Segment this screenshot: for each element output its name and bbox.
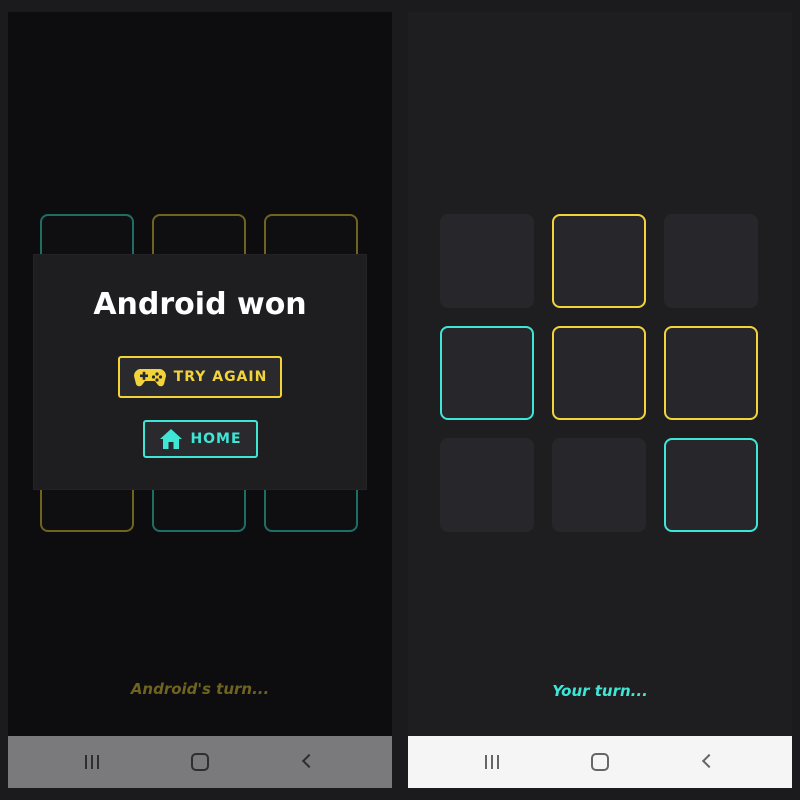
try-again-label: TRY AGAIN xyxy=(173,369,268,385)
recents-icon[interactable] xyxy=(80,750,104,774)
android-nav-bar xyxy=(408,736,792,788)
board-cell-3[interactable] xyxy=(664,214,758,308)
turn-indicator: Your turn... xyxy=(552,682,648,700)
house-icon xyxy=(160,429,183,449)
board-cell-1[interactable] xyxy=(440,214,534,308)
home-label: HOME xyxy=(190,431,242,447)
board-cell-9[interactable] xyxy=(664,438,758,532)
board-cell-2[interactable] xyxy=(552,214,646,308)
back-icon[interactable] xyxy=(696,750,720,774)
try-again-button[interactable]: TRY AGAIN xyxy=(118,356,282,398)
gamepad-icon xyxy=(133,369,166,387)
home-button[interactable]: HOME xyxy=(143,420,258,458)
turn-indicator: Android's turn... xyxy=(130,680,270,698)
board-cell-8[interactable] xyxy=(552,438,646,532)
board-cell-4[interactable] xyxy=(440,326,534,420)
recents-icon[interactable] xyxy=(480,750,504,774)
board-cell-7[interactable] xyxy=(440,438,534,532)
left-phone-screen: Android won TRY AGAIN HOME Android's tur… xyxy=(8,12,392,788)
board-cell-5[interactable] xyxy=(552,326,646,420)
home-nav-icon[interactable] xyxy=(588,750,612,774)
board-cell-6[interactable] xyxy=(664,326,758,420)
home-nav-icon[interactable] xyxy=(188,750,212,774)
android-nav-bar xyxy=(8,736,392,788)
dialog-title: Android won xyxy=(93,287,307,322)
right-phone-screen: Your turn... xyxy=(408,12,792,788)
game-over-dialog: Android won TRY AGAIN HOME xyxy=(34,255,366,489)
back-icon[interactable] xyxy=(296,750,320,774)
